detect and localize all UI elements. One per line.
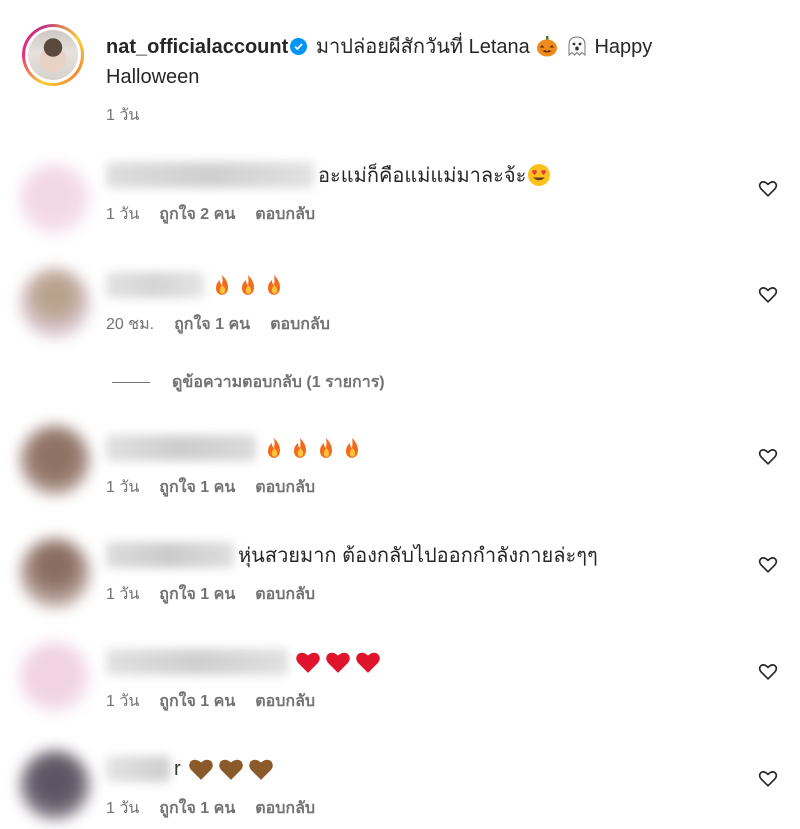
comment-timestamp[interactable]: 1 วัน [106,582,139,607]
comment-meta: 1 วัน ถูกใจ 1 คน ตอบกลับ [106,796,726,821]
comment-timestamp[interactable]: 1 วัน [106,475,139,500]
brown-heart-icon [218,759,243,780]
red-heart-icon [326,652,350,673]
commenter-username[interactable] [106,272,204,298]
reply-button[interactable]: ตอบกลับ [255,202,315,227]
post-caption: nat_officialaccount มาปล่อยผีสักวันที่ L… [22,24,782,134]
fire-icon [346,438,358,458]
heart-eyes-face-icon [527,163,551,187]
commenter-username[interactable] [106,756,170,782]
author-avatar[interactable] [22,24,84,86]
comment-item: อะแม่ก็คือแม่แม่มาละจ้ะ 1 วัน ถูกใจ 2 คน… [0,158,800,258]
commenter-username[interactable] [106,435,256,461]
comment-timestamp[interactable]: 1 วัน [106,689,139,714]
caption-text: nat_officialaccount มาปล่อยผีสักวันที่ L… [106,32,746,92]
comment-emojis [262,437,364,459]
like-heart-icon[interactable] [757,660,779,682]
caption-body: มาปล่อยผีสักวันที่ Letana [315,36,530,58]
like-heart-icon[interactable] [757,767,779,789]
commenter-avatar[interactable] [20,538,90,608]
like-heart-icon[interactable] [757,553,779,575]
fire-icon [268,275,280,295]
jack-o-lantern-icon [536,35,558,57]
reply-button[interactable]: ตอบกลับ [255,689,315,714]
comment-text: อะแม่ก็คือแม่แม่มาละจ้ะ [318,165,527,187]
commenter-avatar[interactable] [20,642,90,712]
caption-timestamp[interactable]: 1 วัน [106,103,139,128]
reply-button[interactable]: ตอบกลับ [255,796,315,821]
reply-button[interactable]: ตอบกลับ [255,475,315,500]
comment-item: r 1 วัน ถูกใจ 1 คน ตอบกลับ [0,750,800,829]
comment-timestamp[interactable]: 1 วัน [106,202,139,227]
author-username[interactable]: nat_officialaccount [106,36,288,58]
comment-text: r [174,757,181,780]
reply-button[interactable]: ตอบกลับ [270,312,330,337]
comment-meta: 20 ชม. ถูกใจ 1 คน ตอบกลับ [106,312,726,337]
red-heart-icon [356,652,380,673]
commenter-username[interactable] [106,162,314,188]
comment-likes[interactable]: ถูกใจ 1 คน [159,796,235,821]
commenter-avatar[interactable] [20,164,90,234]
comment-item: 1 วัน ถูกใจ 1 คน ตอบกลับ [0,642,800,745]
ghost-icon [566,35,588,57]
comment-likes[interactable]: ถูกใจ 1 คน [174,312,250,337]
comment-text: หุ่นสวยมาก ต้องกลับไปออกกำลังกายล่ะๆๆ [238,545,598,567]
comment-timestamp[interactable]: 20 ชม. [106,312,154,337]
like-heart-icon[interactable] [757,445,779,467]
caption-body-line2: Halloween [106,66,200,88]
replies-divider [112,382,150,383]
red-heart-icon [296,652,320,673]
like-heart-icon[interactable] [757,177,779,199]
comment-meta: 1 วัน ถูกใจ 2 คน ตอบกลับ [106,202,726,227]
brown-heart-icon [188,759,213,780]
verified-badge-icon [290,38,308,55]
fire-icon [216,275,228,295]
comment-likes[interactable]: ถูกใจ 1 คน [159,689,235,714]
comment-item: 1 วัน ถูกใจ 1 คน ตอบกลับ [0,425,800,531]
comment-likes[interactable]: ถูกใจ 1 คน [159,475,235,500]
fire-icon [242,275,254,295]
comment-meta: 1 วัน ถูกใจ 1 คน ตอบกลับ [106,582,726,607]
like-heart-icon[interactable] [757,283,779,305]
fire-icon [320,438,332,458]
fire-icon [294,438,306,458]
comment-meta: 1 วัน ถูกใจ 1 คน ตอบกลับ [106,689,726,714]
view-replies-button[interactable]: ดูข้อความตอบกลับ (1 รายการ) [112,370,385,395]
brown-heart-icon [248,759,273,780]
comment-timestamp[interactable]: 1 วัน [106,796,139,821]
commenter-avatar[interactable] [20,750,90,820]
reply-button[interactable]: ตอบกลับ [255,582,315,607]
fire-icon [268,438,280,458]
commenter-username[interactable] [106,542,234,568]
comment-meta: 1 วัน ถูกใจ 1 คน ตอบกลับ [106,475,726,500]
commenter-username[interactable] [106,649,288,675]
view-replies-label: ดูข้อความตอบกลับ (1 รายการ) [172,374,385,391]
comment-item: 20 ชม. ถูกใจ 1 คน ตอบกลับ [0,268,800,368]
comment-item: หุ่นสวยมาก ต้องกลับไปออกกำลังกายล่ะๆๆ 1 … [0,538,800,638]
caption-body-end: Happy [594,36,653,58]
author-avatar-photo [28,30,78,80]
comment-likes[interactable]: ถูกใจ 1 คน [159,582,235,607]
commenter-avatar[interactable] [20,425,90,495]
comment-likes[interactable]: ถูกใจ 2 คน [159,202,235,227]
commenter-avatar[interactable] [20,268,90,338]
comment-emojis [210,274,286,296]
comment-emojis [187,757,275,781]
comment-emojis [294,650,382,674]
